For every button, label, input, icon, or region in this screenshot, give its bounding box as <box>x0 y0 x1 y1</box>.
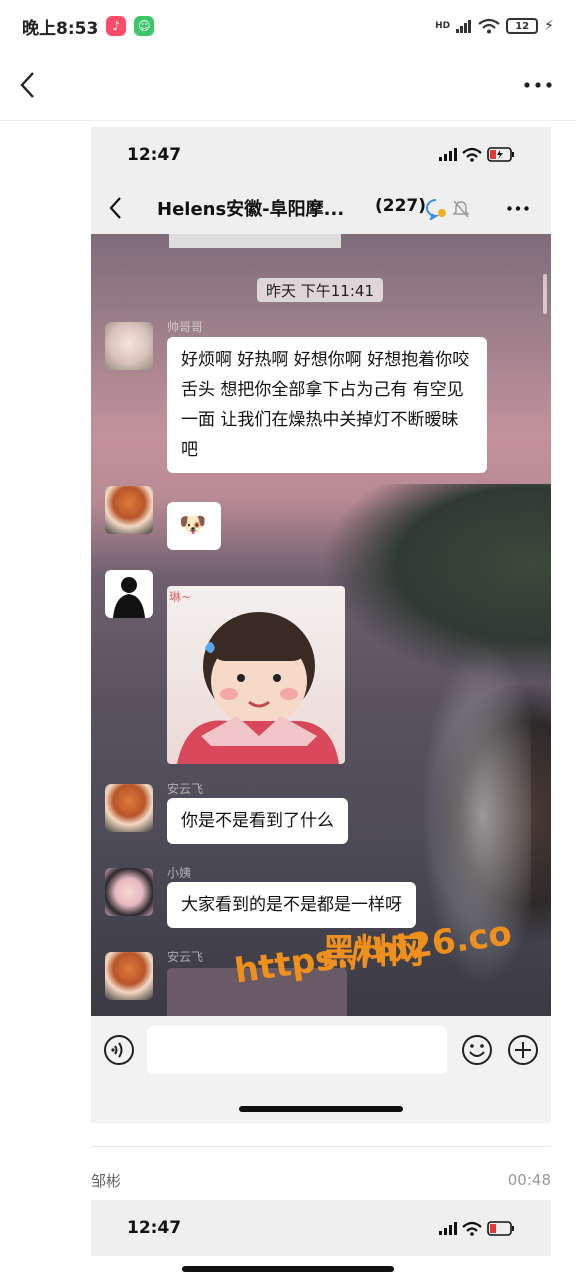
chat-title: Helens安徽-阜阳摩... <box>157 199 345 220</box>
avatar[interactable] <box>105 784 153 832</box>
sender-name: 安云飞 <box>167 950 204 964</box>
message-text: 好烦啊 好热啊 好想你啊 好想抱着你咬舌头 想把你全部拿下占为己有 有空见一面 … <box>181 350 470 460</box>
inner-wifi-icon <box>462 147 482 162</box>
message-text: 大家看到的是不是都是一样呀 <box>181 895 402 915</box>
chat-app-icon: ☺ <box>134 16 155 36</box>
inner-wifi-icon <box>462 1221 482 1236</box>
avatar[interactable] <box>105 868 153 916</box>
cell-signal-icon <box>456 20 472 33</box>
baby-photo <box>177 612 339 764</box>
image-message[interactable]: 琳~ <box>167 586 345 764</box>
inner-battery-icon <box>487 147 514 162</box>
chat-header: Helens安徽-阜阳摩... (227) <box>91 182 551 234</box>
message-bubble-partial[interactable] <box>167 968 347 1016</box>
wifi-icon <box>478 18 500 34</box>
previous-image-edge <box>169 234 341 248</box>
home-indicator <box>239 1106 403 1112</box>
avatar[interactable] <box>105 570 153 618</box>
more-icon[interactable] <box>524 82 552 88</box>
hd-label: HD <box>435 21 451 31</box>
post-time: 00:48 <box>507 1171 551 1189</box>
system-home-indicator <box>182 1266 394 1272</box>
inner-battery-icon <box>487 1220 514 1236</box>
message-bubble[interactable]: 大家看到的是不是都是一样呀 <box>167 882 416 928</box>
avatar[interactable] <box>105 486 153 534</box>
music-app-icon: ♪ <box>106 16 127 36</box>
author-name[interactable]: 邹彬 <box>91 1170 121 1191</box>
inner-status-bar: 12:47 <box>91 127 551 182</box>
chat-area[interactable]: 昨天 下午11:41 帅哥哥 好烦啊 好热啊 好想你啊 好想抱着你咬舌头 想把你… <box>91 234 551 1016</box>
mute-bell-icon <box>453 200 469 218</box>
divider <box>91 1146 551 1147</box>
sender-name: 安云飞 <box>167 782 204 796</box>
avatar[interactable] <box>105 952 153 1000</box>
emoji-bubble[interactable]: 🐶 <box>167 502 221 550</box>
status-bar: 晚上8:53 ♪ ☺ HD 12 ⚡ <box>0 0 576 52</box>
avatar[interactable] <box>105 322 153 370</box>
member-count: (227) <box>375 196 427 216</box>
dog-emoji-icon: 🐶 <box>179 513 207 538</box>
voice-icon[interactable] <box>103 1034 135 1066</box>
emoji-picker-icon[interactable] <box>461 1034 493 1066</box>
inner-status-time-2: 12:47 <box>127 1218 182 1238</box>
chat-back-icon[interactable] <box>109 196 123 220</box>
image-caption: 琳~ <box>169 590 192 604</box>
message-text: 你是不是看到了什么 <box>181 811 334 831</box>
inner-signal-icon <box>439 148 457 161</box>
message-input[interactable] <box>147 1026 447 1074</box>
chat-screenshot-2[interactable]: 12:47 <box>91 1200 551 1256</box>
divider <box>0 120 576 121</box>
chat-more-icon[interactable] <box>507 206 529 211</box>
input-bar <box>91 1016 551 1123</box>
background-surf <box>411 614 531 1016</box>
message-timestamp: 昨天 下午11:41 <box>257 278 383 302</box>
chat-screenshot[interactable]: 12:47 Helens安徽-阜阳摩... (227) 昨天 下午11:41 帅… <box>91 127 551 1123</box>
sender-name: 小姨 <box>167 866 192 880</box>
battery-icon: 12 <box>506 18 539 34</box>
scrollbar[interactable] <box>543 274 547 314</box>
inner-status-time: 12:47 <box>127 144 182 165</box>
sender-name: 帅哥哥 <box>167 320 204 334</box>
message-bubble[interactable]: 你是不是看到了什么 <box>167 798 348 844</box>
group-chat-icon <box>426 199 446 220</box>
message-bubble[interactable]: 好烦啊 好热啊 好想你啊 好想抱着你咬舌头 想把你全部拿下占为己有 有空见一面 … <box>167 337 487 473</box>
inner-signal-icon <box>439 1221 457 1235</box>
top-nav <box>0 60 576 112</box>
back-arrow-icon[interactable] <box>18 70 38 100</box>
plus-icon[interactable] <box>507 1034 539 1066</box>
charging-icon: ⚡ <box>544 18 554 34</box>
silhouette-avatar-icon <box>113 577 145 618</box>
status-time: 晚上8:53 <box>22 18 99 39</box>
